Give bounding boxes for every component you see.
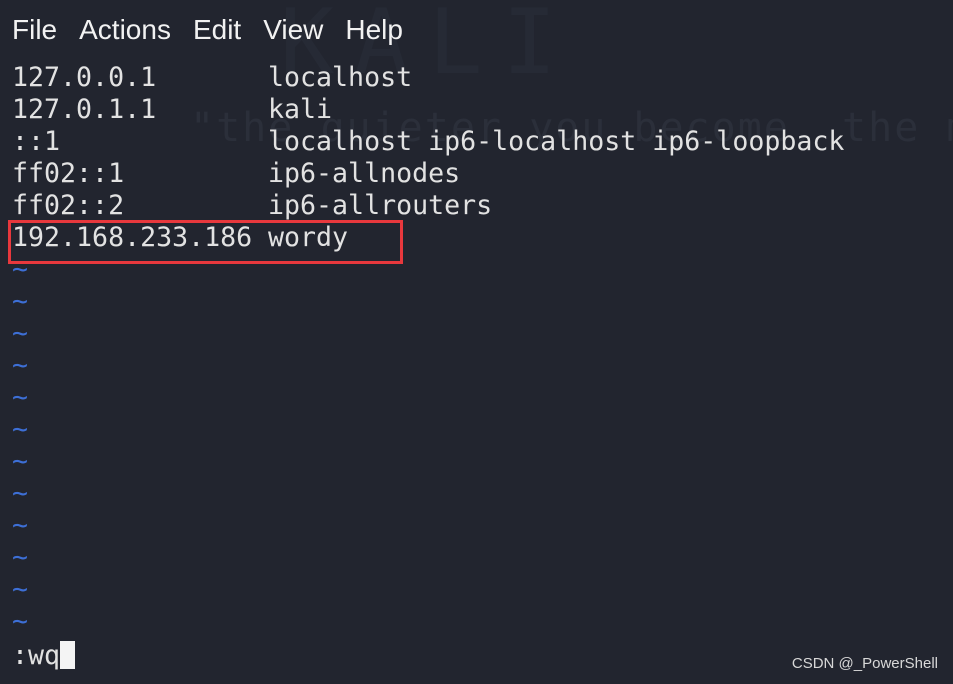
empty-line-tilde: ~ <box>12 382 29 413</box>
menu-actions[interactable]: Actions <box>79 10 171 50</box>
hosts-line: ff02::1 ip6-allnodes <box>12 158 844 190</box>
hosts-line: ff02::2 ip6-allrouters <box>12 190 844 222</box>
empty-line-tilde: ~ <box>12 574 29 605</box>
host-names: ip6-allnodes <box>268 158 461 189</box>
editor-buffer[interactable]: 127.0.0.1 localhost 127.0.1.1 kali ::1 loca… <box>12 62 844 638</box>
host-ip: ff02::2 <box>12 190 125 221</box>
menu-file[interactable]: File <box>12 10 57 50</box>
menu-view[interactable]: View <box>263 10 323 50</box>
command-line[interactable]: :wq <box>12 640 76 672</box>
menu-help[interactable]: Help <box>345 10 403 50</box>
empty-line-tilde: ~ <box>12 542 29 573</box>
host-names: localhost <box>268 62 413 93</box>
empty-line-tilde: ~ <box>12 414 29 445</box>
hosts-line: 127.0.1.1 kali <box>12 94 844 126</box>
empty-line-tilde: ~ <box>12 318 29 349</box>
empty-line-tilde: ~ <box>12 478 29 509</box>
host-ip: 127.0.1.1 <box>12 94 157 125</box>
menu-bar: File Actions Edit View Help <box>12 10 425 50</box>
menu-edit[interactable]: Edit <box>193 10 241 50</box>
empty-line-tilde: ~ <box>12 286 29 317</box>
host-ip: ff02::1 <box>12 158 125 189</box>
hosts-line: ::1 localhost ip6-localhost ip6-loopback <box>12 126 844 158</box>
host-names: localhost ip6-localhost ip6-loopback <box>268 126 845 157</box>
empty-line-tilde: ~ <box>12 350 29 381</box>
empty-line-tilde: ~ <box>12 446 29 477</box>
csdn-watermark: CSDN @_PowerShell <box>791 655 938 672</box>
hosts-line: 127.0.0.1 localhost <box>12 62 844 94</box>
empty-line-tilde: ~ <box>12 510 29 541</box>
host-names: kali <box>268 94 333 125</box>
highlight-box <box>8 220 403 264</box>
host-ip: 127.0.0.1 <box>12 62 157 93</box>
host-names: ip6-allrouters <box>268 190 493 221</box>
empty-line-tilde: ~ <box>12 606 29 637</box>
text-cursor <box>60 641 76 669</box>
command-text: :wq <box>12 640 61 671</box>
host-ip: ::1 <box>12 126 61 157</box>
